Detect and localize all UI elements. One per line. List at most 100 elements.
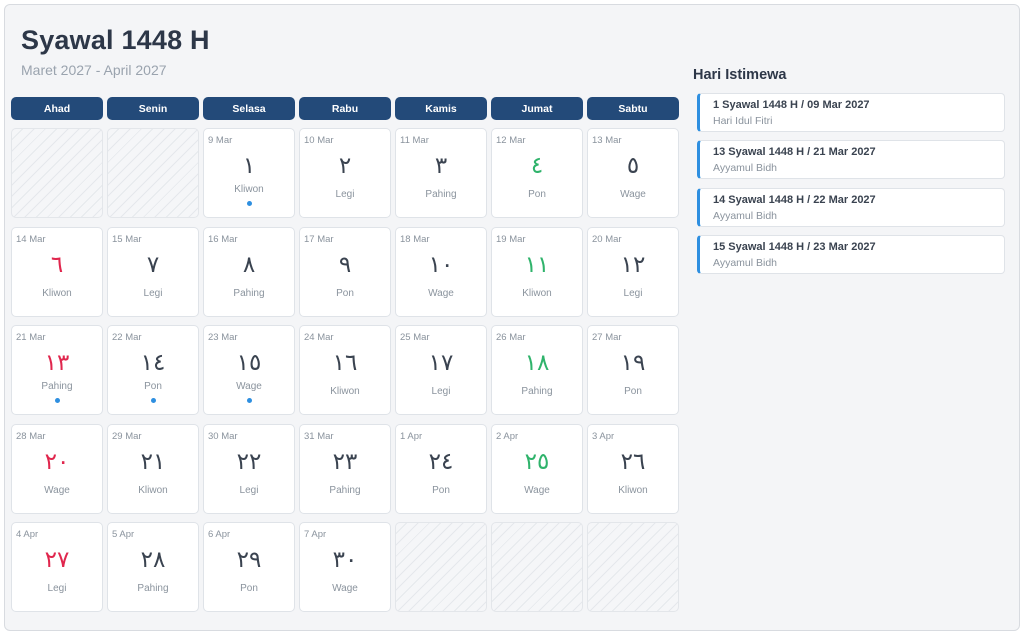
calendar-day-cell[interactable]: 21 Mar ١٣ Pahing [11, 325, 103, 415]
hijri-day-number: ١٩ [620, 350, 646, 376]
calendar-day-cell[interactable]: 5 Apr ٢٨ Pahing [107, 522, 199, 612]
calendar-day-cell[interactable]: 10 Mar ٢ Legi [299, 128, 391, 218]
pasaran-label: Pahing [233, 287, 265, 299]
pasaran-label: Pahing [41, 381, 73, 392]
hijri-day-number: ١٧ [428, 350, 454, 376]
pasaran-label: Wage [620, 189, 646, 200]
calendar-day-cell[interactable]: 18 Mar ١٠ Wage [395, 226, 487, 317]
hijri-day-number: ١١ [524, 251, 550, 278]
pasaran-label: Legi [143, 287, 163, 299]
hijri-day-number: ١ [242, 153, 256, 179]
calendar-day-cell[interactable]: 11 Mar ٣ Pahing [395, 128, 487, 218]
special-day-item[interactable]: 14 Syawal 1448 H / 22 Mar 2027 Ayyamul Bi… [697, 187, 1005, 227]
weekday-senin: Senin [107, 97, 199, 120]
gregorian-date: 2 Apr [496, 430, 519, 442]
special-day-item[interactable]: 13 Syawal 1448 H / 21 Mar 2027 Ayyamul Bi… [697, 140, 1005, 180]
weekday-selasa: Selasa [203, 97, 295, 120]
pasaran-label: Kliwon [522, 287, 552, 299]
hijri-day-number: ٤ [530, 153, 544, 179]
calendar-day-cell[interactable]: 3 Apr ٢٦ Kliwon [587, 423, 679, 514]
hijri-day-number: ٢٢ [236, 448, 262, 475]
special-day-description: Ayyamul Bidh [713, 162, 778, 175]
special-day-description: Hari Idul Fitri [713, 115, 773, 127]
special-days-title: Hari Istimewa [693, 67, 787, 83]
hijri-day-number: ١٢ [620, 251, 646, 278]
calendar-day-cell[interactable]: 7 Apr ٣٠ Wage [299, 522, 391, 612]
hijri-day-number: ٢ [338, 153, 352, 179]
calendar-day-cell[interactable]: 29 Mar ٢١ Kliwon [107, 423, 199, 514]
gregorian-date: 12 Mar [496, 135, 526, 146]
calendar-day-cell[interactable]: 17 Mar ٩ Pon [299, 226, 391, 317]
calendar-day-cell[interactable]: 23 Mar ١٥ Wage [203, 325, 295, 415]
hijri-day-number: ٢٨ [140, 547, 166, 573]
gregorian-date: 14 Mar [16, 233, 46, 245]
calendar-cell-empty [107, 128, 199, 218]
gregorian-date: 31 Mar [304, 430, 334, 442]
gregorian-date: 4 Apr [16, 529, 39, 540]
weekday-jumat: Jumat [491, 97, 583, 120]
calendar-day-cell[interactable]: 9 Mar ١ Kliwon [203, 128, 295, 218]
gregorian-date: 16 Mar [208, 233, 238, 245]
hijri-day-number: ٢١ [140, 448, 166, 475]
gregorian-date: 13 Mar [592, 135, 622, 146]
special-day-dot-icon [54, 398, 60, 403]
gregorian-date: 23 Mar [208, 332, 238, 343]
calendar-day-cell[interactable]: 1 Apr ٢٤ Pon [395, 423, 487, 514]
calendar-day-cell[interactable]: 15 Mar ٧ Legi [107, 226, 199, 317]
special-days-list: 1 Syawal 1448 H / 09 Mar 2027 Hari Idul F… [697, 93, 1005, 282]
special-day-date: 15 Syawal 1448 H / 23 Mar 2027 [713, 240, 876, 253]
hijri-day-number: ٢٩ [236, 547, 262, 573]
special-day-date: 1 Syawal 1448 H / 09 Mar 2027 [713, 99, 870, 111]
special-day-description: Ayyamul Bidh [713, 209, 778, 222]
calendar-day-cell[interactable]: 26 Mar ١٨ Pahing [491, 325, 583, 415]
calendar-day-cell[interactable]: 12 Mar ٤ Pon [491, 128, 583, 218]
pasaran-label: Kliwon [42, 287, 72, 299]
pasaran-label: Wage [44, 484, 70, 496]
calendar-day-cell[interactable]: 24 Mar ١٦ Kliwon [299, 325, 391, 415]
pasaran-label: Pon [144, 381, 162, 392]
pasaran-label: Legi [47, 583, 67, 594]
calendar-grid: 9 Mar ١ Kliwon 10 Mar ٢ Legi 11 Mar ٣ Pahing 12 M… [11, 128, 679, 612]
weekday-sabtu: Sabtu [587, 97, 679, 120]
hijri-day-number: ١٤ [140, 350, 166, 376]
pasaran-label: Kliwon [138, 484, 168, 496]
calendar-day-cell[interactable]: 31 Mar ٢٣ Pahing [299, 423, 391, 514]
special-day-item[interactable]: 15 Syawal 1448 H / 23 Mar 2027 Ayyamul Bi… [697, 234, 1005, 274]
calendar-cell-empty [395, 522, 487, 612]
hijri-day-number: ١٠ [428, 251, 454, 278]
gregorian-date: 6 Apr [208, 529, 231, 540]
calendar-day-cell[interactable]: 6 Apr ٢٩ Pon [203, 522, 295, 612]
calendar-day-cell[interactable]: 22 Mar ١٤ Pon [107, 325, 199, 415]
calendar-day-cell[interactable]: 19 Mar ١١ Kliwon [491, 226, 583, 317]
calendar-day-cell[interactable]: 27 Mar ١٩ Pon [587, 325, 679, 415]
calendar-day-cell[interactable]: 4 Apr ٢٧ Legi [11, 522, 103, 612]
special-day-item[interactable]: 1 Syawal 1448 H / 09 Mar 2027 Hari Idul F… [697, 93, 1005, 132]
hijri-day-number: ١٦ [332, 350, 358, 376]
calendar-day-cell[interactable]: 14 Mar ٦ Kliwon [11, 226, 103, 317]
calendar-day-cell[interactable]: 30 Mar ٢٢ Legi [203, 423, 295, 514]
calendar-cell-empty [11, 128, 103, 218]
pasaran-label: Pahing [329, 484, 361, 496]
calendar-day-cell[interactable]: 20 Mar ١٢ Legi [587, 226, 679, 317]
weekday-header-row: Ahad Senin Selasa Rabu Kamis Jumat Sabtu [11, 97, 679, 120]
gregorian-date: 3 Apr [592, 430, 615, 442]
weekday-ahad: Ahad [11, 97, 103, 120]
pasaran-label: Wage [236, 381, 262, 392]
gregorian-date: 30 Mar [208, 430, 238, 442]
gregorian-date: 21 Mar [16, 332, 46, 343]
hijri-day-number: ١٣ [44, 350, 70, 376]
pasaran-label: Kliwon [234, 184, 264, 195]
calendar-day-cell[interactable]: 25 Mar ١٧ Legi [395, 325, 487, 415]
calendar-panel: Syawal 1448 H Maret 2027 - April 2027 Ah… [4, 4, 1020, 631]
calendar-day-cell[interactable]: 28 Mar ٢٠ Wage [11, 423, 103, 514]
pasaran-label: Pon [624, 386, 642, 397]
pasaran-label: Kliwon [330, 386, 360, 397]
gregorian-date: 1 Apr [400, 430, 423, 442]
calendar-day-cell[interactable]: 16 Mar ٨ Pahing [203, 226, 295, 317]
gregorian-date: 22 Mar [112, 332, 142, 343]
gregorian-date: 28 Mar [16, 430, 46, 442]
calendar-day-cell[interactable]: 13 Mar ٥ Wage [587, 128, 679, 218]
gregorian-date: 19 Mar [496, 233, 526, 245]
calendar-day-cell[interactable]: 2 Apr ٢٥ Wage [491, 423, 583, 514]
gregorian-date: 11 Mar [400, 135, 429, 146]
